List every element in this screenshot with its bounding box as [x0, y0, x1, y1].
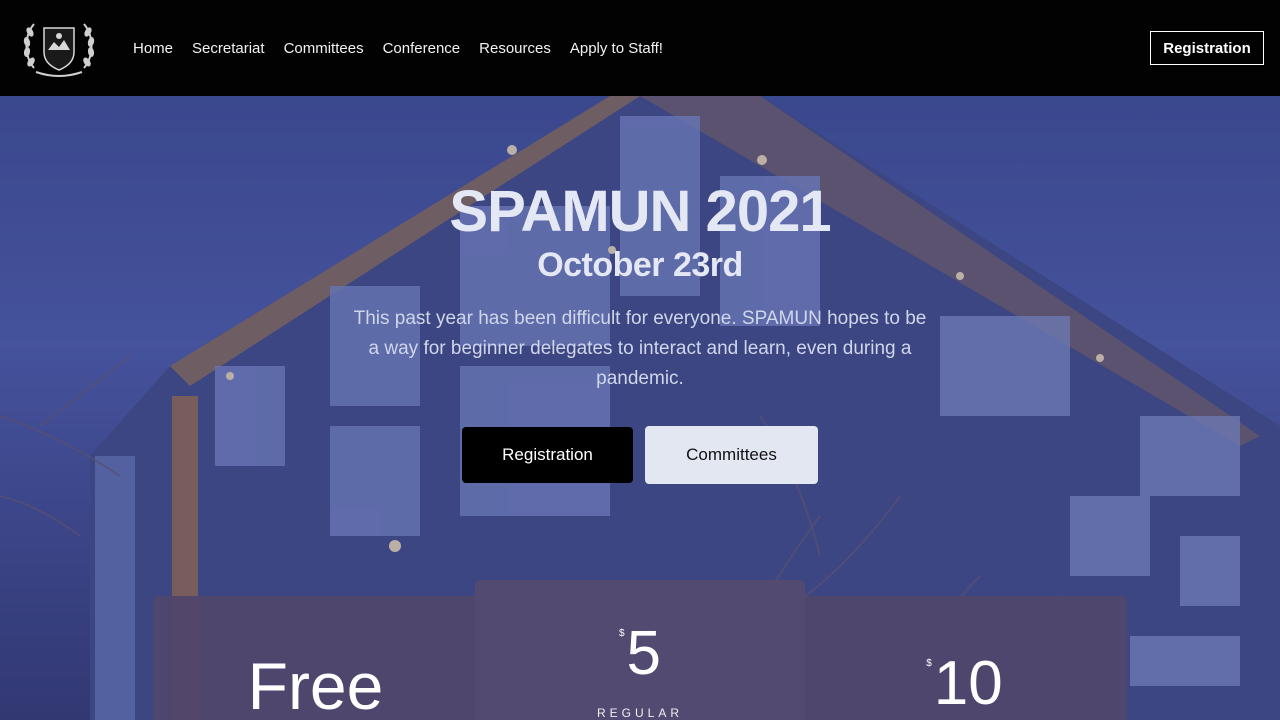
crest-logo-icon[interactable]	[22, 18, 96, 78]
tier-label-regular: REGULAR	[596, 706, 683, 720]
hero-registration-button[interactable]: Registration	[462, 427, 633, 483]
price-regular-amount: 5	[626, 619, 662, 688]
nav-registration-button[interactable]: Registration	[1150, 31, 1264, 65]
price-premium-amount: 10	[933, 649, 1003, 718]
nav-link-apply-to-staff[interactable]: Apply to Staff!	[570, 40, 663, 57]
pricing-card-regular: $5 REGULAR	[475, 580, 805, 720]
currency-symbol: $	[926, 658, 932, 669]
nav-link-resources[interactable]: Resources	[479, 40, 551, 57]
hero-section: SPAMUN 2021 October 23rd This past year …	[0, 96, 1280, 720]
pricing-card-premium: $10	[802, 596, 1127, 720]
nav-links: Home Secretariat Committees Conference R…	[133, 0, 682, 96]
hero-title: SPAMUN 2021	[449, 179, 831, 244]
nav-link-home[interactable]: Home	[133, 40, 173, 57]
nav-link-secretariat[interactable]: Secretariat	[192, 40, 265, 57]
price-premium: $10	[802, 648, 1127, 719]
price-regular: $5	[475, 618, 805, 689]
hero-date: October 23rd	[537, 246, 743, 284]
nav-link-conference[interactable]: Conference	[383, 40, 461, 57]
hero-description: This past year has been difficult for ev…	[353, 308, 927, 389]
hero-committees-button[interactable]: Committees	[645, 426, 818, 484]
pricing-card-free: Free	[153, 596, 478, 720]
price-free: Free	[247, 649, 384, 720]
nav-link-committees[interactable]: Committees	[284, 40, 364, 57]
currency-symbol: $	[618, 628, 625, 639]
top-nav: Home Secretariat Committees Conference R…	[0, 0, 1280, 96]
